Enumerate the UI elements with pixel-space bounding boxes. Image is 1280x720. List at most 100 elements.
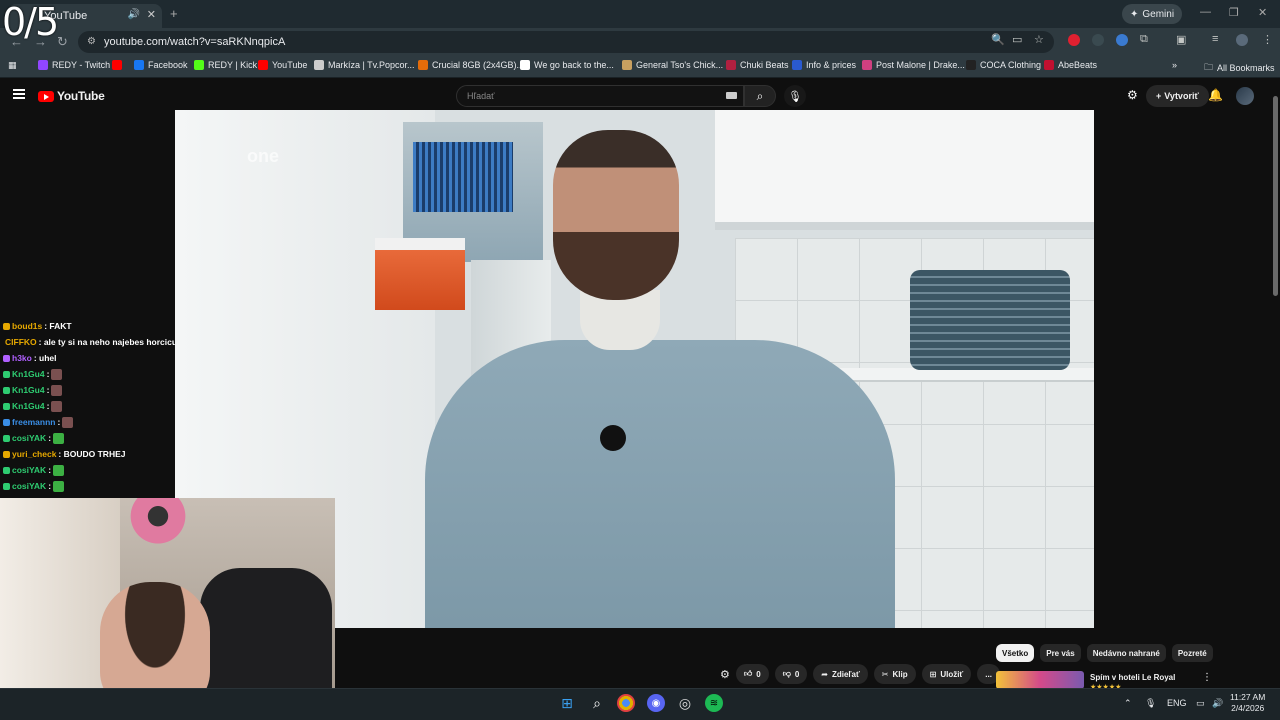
youtube-logo[interactable]: YouTube (38, 89, 105, 103)
discord-icon[interactable]: ◉ (647, 694, 665, 712)
chat-username[interactable]: Kn1Gu4 (12, 385, 45, 395)
bookmark-item[interactable]: General Tso's Chick... (622, 60, 723, 70)
filter-chip[interactable]: Pozreté (1171, 644, 1213, 662)
page-scrollbar[interactable] (1270, 84, 1280, 688)
chat-emote-icon (62, 416, 74, 428)
chrome-icon[interactable] (617, 694, 635, 712)
chat-username[interactable]: freemannn (12, 417, 55, 427)
search-icon[interactable]: ⌕ (588, 694, 606, 712)
bookmark-item[interactable]: REDY - Twitch (38, 60, 110, 70)
chat-username[interactable]: yuri_check (12, 449, 56, 459)
channel-avatar[interactable] (1236, 87, 1254, 105)
bookmark-star-icon[interactable]: ☆ (1034, 33, 1044, 46)
keyboard-icon[interactable] (726, 92, 737, 99)
windows-start-icon[interactable]: ⊞ (558, 694, 576, 712)
bookmark-item[interactable]: Post Malone | Drake... (862, 60, 965, 70)
bookmark-item[interactable]: Info & prices (792, 60, 856, 70)
bookmark-favicon-icon (622, 60, 632, 70)
site-info-icon[interactable]: ⚙ (87, 36, 96, 47)
recommended-thumbnail[interactable] (996, 671, 1084, 689)
gemini-button[interactable]: ✦ Gemini (1122, 4, 1183, 24)
bookmark-label: We go back to the... (534, 60, 614, 70)
bookmark-favicon-icon (792, 60, 802, 70)
side-panel-icon[interactable]: ▣ (1176, 33, 1186, 46)
profile-avatar[interactable] (1236, 34, 1248, 46)
clip-button[interactable]: ✂ Klip (873, 664, 916, 684)
address-bar[interactable]: ⚙ youtube.com/watch?v=saRKNnqpicA (78, 31, 1054, 53)
chat-username[interactable]: CIFFKO (5, 337, 37, 347)
chevron-up-icon[interactable]: ⌃ (1124, 698, 1132, 709)
cast-icon[interactable]: ▭ (1012, 33, 1022, 46)
speaker-icon[interactable]: 🔊 (128, 9, 140, 20)
bookmark-item[interactable] (112, 60, 126, 70)
extension-icon[interactable] (1068, 34, 1080, 46)
like-button[interactable]: 👍︎ 0 (735, 664, 769, 684)
hamburger-menu-icon[interactable] (13, 89, 25, 99)
gear-icon[interactable]: ⚙ (1127, 88, 1138, 102)
bookmark-item[interactable]: YouTube (258, 60, 307, 70)
all-bookmarks-button[interactable]: 🗀 All Bookmarks (1204, 60, 1275, 76)
bookmark-item[interactable]: Chuki Beats (726, 60, 789, 70)
close-tab-icon[interactable]: ✕ (147, 8, 156, 21)
chat-message: Kn1Gu4: (0, 398, 175, 414)
chat-username[interactable]: Kn1Gu4 (12, 369, 45, 379)
system-clock[interactable]: 11:27 AM 2/4/2026 (1230, 692, 1265, 714)
chat-username[interactable]: h3ko (12, 353, 32, 363)
extension-icon[interactable] (1092, 34, 1104, 46)
app-icon[interactable]: ◎ (676, 694, 694, 712)
chat-username[interactable]: cosiYAK (12, 433, 46, 443)
minimize-icon[interactable]: — (1200, 6, 1211, 18)
recommended-menu-icon[interactable]: ⋮ (1202, 672, 1212, 683)
create-button[interactable]: + Vytvoriť (1146, 85, 1209, 107)
bell-icon[interactable]: 🔔 (1208, 88, 1223, 102)
search-input[interactable]: Hľadať (456, 85, 744, 107)
recommended-title[interactable]: Spím v hoteli Le Royal (1090, 673, 1175, 682)
gear-icon[interactable]: ⚙ (720, 668, 730, 681)
filter-chip[interactable]: Všetko (996, 644, 1035, 662)
close-window-icon[interactable]: ✕ (1258, 6, 1267, 19)
more-icon: ... (985, 669, 992, 679)
chat-text: : uhel (33, 353, 57, 363)
bookmark-item[interactable]: We go back to the... (520, 60, 614, 70)
display-icon[interactable]: ▭ (1196, 698, 1205, 709)
bookmark-item[interactable]: AbeBeats (1044, 60, 1097, 70)
language-indicator[interactable]: ENG (1167, 698, 1187, 708)
bookmark-label: REDY - Twitch (52, 60, 111, 70)
bookmark-label: Info & prices (806, 60, 857, 70)
bookmark-item[interactable]: REDY | Kick (194, 60, 257, 70)
spotify-icon[interactable]: ≋ (705, 694, 723, 712)
bookmark-item[interactable]: COCA Clothing (966, 60, 1041, 70)
bookmark-favicon-icon (38, 60, 48, 70)
filter-chip[interactable]: Pre vás (1040, 644, 1081, 662)
streamer-webcam (0, 498, 335, 720)
bookmark-item[interactable]: Crucial 8GB (2x4GB)... (418, 60, 524, 70)
bookmarks-overflow-icon[interactable]: » (1172, 60, 1177, 70)
filter-chip[interactable]: Nedávno nahrané (1086, 644, 1166, 662)
save-button[interactable]: ⊞ Uložiť (921, 664, 972, 684)
chat-username[interactable]: cosiYAK (12, 481, 46, 491)
extension-icon[interactable] (1116, 34, 1128, 46)
chat-username[interactable]: cosiYAK (12, 465, 46, 475)
share-button[interactable]: ➦ Zdieľať (813, 664, 868, 684)
reload-icon[interactable]: ↻ (57, 34, 68, 50)
tab-search-icon[interactable]: ≡ (1212, 33, 1218, 45)
search-button[interactable]: ⌕ (744, 85, 776, 107)
youtube-logo-text: YouTube (57, 89, 105, 103)
dislike-button[interactable]: 👎︎ 0 (774, 664, 808, 684)
chat-text: : (46, 385, 50, 395)
chat-username[interactable]: Kn1Gu4 (12, 401, 45, 411)
apps-grid-icon[interactable]: ▦ (8, 60, 17, 71)
volume-icon[interactable]: 🔊 (1212, 698, 1223, 709)
chat-username[interactable]: boud1s (12, 321, 42, 331)
video-plates (910, 270, 1070, 370)
new-tab-button[interactable]: + (170, 6, 178, 21)
restore-icon[interactable]: ❐ (1229, 6, 1239, 19)
scrollbar-thumb[interactable] (1273, 96, 1278, 296)
extensions-puzzle-icon[interactable]: ⧉ (1140, 33, 1148, 46)
menu-kebab-icon[interactable]: ⋮ (1262, 33, 1273, 46)
bookmark-item[interactable]: Facebook (134, 60, 188, 70)
zoom-icon[interactable]: 🔍 (991, 33, 1005, 46)
voice-search-button[interactable]: 🎙 (784, 85, 806, 107)
mic-icon[interactable]: 🎙 (1145, 698, 1156, 709)
bookmark-item[interactable]: Markíza | Tv.Popcor... (314, 60, 415, 70)
